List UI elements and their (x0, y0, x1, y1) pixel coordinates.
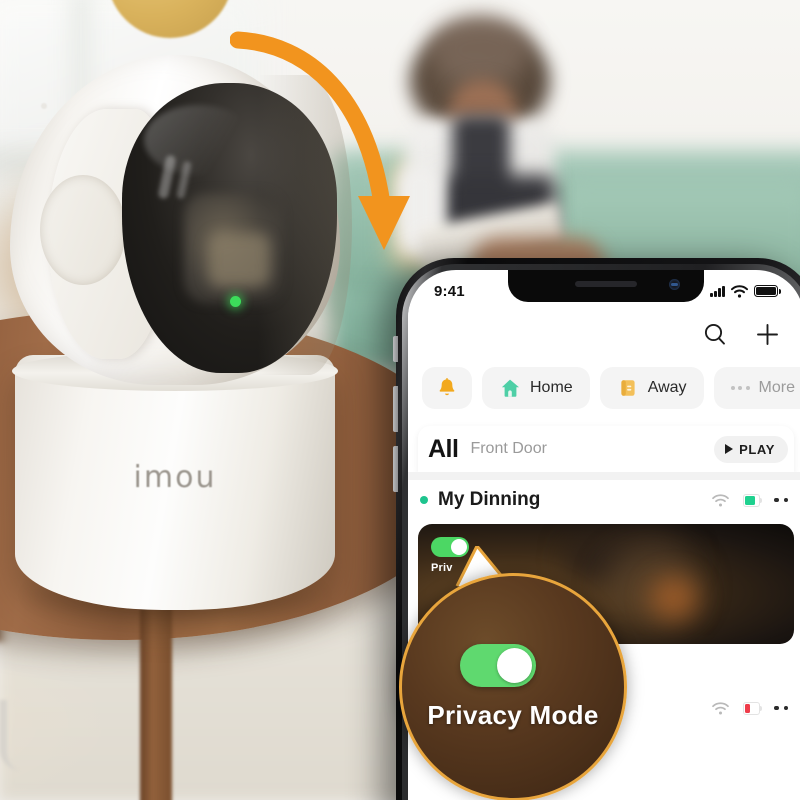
table-leg (140, 600, 172, 800)
privacy-mode-callout: Privacy Mode (399, 573, 627, 800)
device-name: My Dinning (438, 489, 541, 510)
mode-chip-row: Home Away More (408, 362, 800, 414)
play-icon (725, 444, 734, 454)
rotation-arrow-icon (230, 31, 410, 250)
wifi-icon (731, 284, 748, 298)
callout-privacy-label: Privacy Mode (427, 699, 599, 730)
product-marketing-scene: imou 9:41 Home Away More All Front Door … (0, 0, 800, 800)
device-row-my-dinning[interactable]: My Dinning (408, 480, 800, 520)
volume-up-button[interactable] (393, 386, 398, 432)
home-icon (501, 379, 519, 397)
filter-bar: All Front Door PLAY (418, 426, 794, 472)
power-cable (0, 700, 40, 770)
away-icon (621, 380, 635, 396)
wifi-icon (712, 493, 729, 506)
preview-blur-b (650, 576, 698, 620)
more-dots-icon[interactable] (774, 705, 788, 711)
wifi-icon (712, 701, 729, 714)
more-dots-icon[interactable] (774, 497, 788, 503)
brand-logo: imou (133, 460, 217, 495)
status-indicators (710, 284, 781, 298)
app-action-bar (408, 306, 800, 362)
play-button[interactable]: PLAY (714, 435, 788, 463)
device-indicators (712, 493, 788, 507)
privacy-mode-label: Priv (431, 562, 453, 574)
mute-switch[interactable] (393, 336, 398, 362)
chip-more-label: More (758, 379, 795, 396)
battery-icon (754, 285, 781, 297)
filter-subtitle[interactable]: Front Door (470, 440, 546, 458)
play-button-label: PLAY (739, 441, 775, 457)
filter-all-label[interactable]: All (428, 435, 459, 464)
signal-bars-icon (710, 285, 725, 297)
dots-icon (730, 386, 750, 390)
add-icon[interactable] (752, 319, 782, 349)
list-separator (408, 472, 800, 480)
bell-icon (439, 378, 455, 396)
battery-icon (743, 493, 762, 507)
chip-home[interactable]: Home (482, 367, 590, 409)
chip-away-label: Away (647, 379, 687, 396)
battery-icon (743, 701, 762, 715)
volume-down-button[interactable] (393, 446, 398, 492)
status-time: 9:41 (434, 282, 465, 300)
device-indicators (712, 701, 788, 715)
chip-alerts[interactable] (422, 367, 472, 409)
chip-home-label: Home (530, 379, 573, 396)
online-status-dot (420, 496, 428, 504)
camera-head-knob (40, 175, 126, 285)
camera-pinhole-icon (41, 103, 47, 109)
chip-more[interactable]: More (713, 367, 800, 409)
chip-away[interactable]: Away (599, 367, 704, 409)
status-bar: 9:41 (408, 270, 800, 306)
callout-privacy-toggle[interactable] (460, 643, 536, 687)
status-led-icon (230, 296, 241, 307)
person-hair-highlight (430, 15, 530, 85)
search-icon[interactable] (700, 319, 730, 349)
